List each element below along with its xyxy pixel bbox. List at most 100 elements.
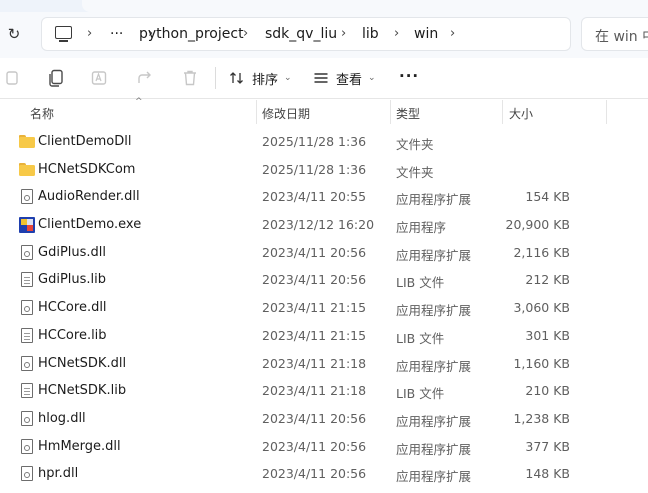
- file-size: 212 KB: [525, 272, 570, 288]
- view-label: 查看: [336, 72, 363, 88]
- file-type: 应用程序扩展: [396, 441, 472, 457]
- file-row[interactable]: ClientDemo.exe 2023/12/12 16:20 应用程序 20,900…: [0, 211, 648, 239]
- file-row[interactable]: HCNetSDKCom 2025/11/28 1:36 文件夹: [0, 156, 648, 184]
- file-modified: 2023/4/11 21:18: [262, 383, 367, 399]
- file-type: 应用程序: [396, 220, 447, 236]
- breadcrumb-lib[interactable]: lib: [362, 26, 379, 42]
- toolbar-divider: [215, 67, 216, 89]
- file-row[interactable]: AudioRender.dll 2023/4/11 20:55 应用程序扩展 154 …: [0, 183, 648, 211]
- file-type: 应用程序扩展: [396, 247, 472, 263]
- file-modified: 2023/4/11 20:55: [262, 189, 367, 205]
- address-bar[interactable]: › ··· › python_project › sdk_qv_liu › li…: [41, 17, 571, 51]
- tab-strip: [0, 0, 648, 12]
- lib-file-icon: [19, 383, 35, 399]
- column-modified[interactable]: 修改日期: [262, 105, 310, 122]
- breadcrumb-win[interactable]: win: [414, 26, 438, 42]
- file-size: 2,116 KB: [513, 244, 570, 260]
- file-row[interactable]: HCCore.lib 2023/4/11 21:15 LIB 文件 301 KB: [0, 322, 648, 350]
- file-name: GdiPlus.lib: [38, 272, 107, 288]
- lib-file-icon: [19, 272, 35, 288]
- file-type: LIB 文件: [396, 330, 445, 346]
- file-name: ClientDemo.exe: [38, 217, 142, 233]
- delete-icon[interactable]: [181, 69, 199, 87]
- file-name: hpr.dll: [38, 466, 79, 482]
- file-type: 应用程序扩展: [396, 192, 472, 208]
- folder-icon: [19, 162, 35, 178]
- active-tab-edge: [82, 0, 648, 12]
- file-size: 377 KB: [525, 438, 570, 454]
- file-type: 应用程序扩展: [396, 469, 472, 485]
- dll-file-icon: [19, 300, 35, 316]
- file-type: 应用程序扩展: [396, 303, 472, 319]
- file-modified: 2023/12/12 16:20: [262, 217, 375, 233]
- file-modified: 2023/4/11 20:56: [262, 410, 367, 426]
- file-modified: 2025/11/28 1:36: [262, 161, 367, 177]
- chevron-right-icon[interactable]: ›: [243, 26, 248, 41]
- file-row[interactable]: HCNetSDK.lib 2023/4/11 21:18 LIB 文件 210 KB: [0, 377, 648, 405]
- search-input[interactable]: 在 win 中: [581, 17, 648, 51]
- chevron-right-icon[interactable]: ›: [87, 26, 92, 41]
- file-type: 应用程序扩展: [396, 413, 472, 429]
- column-divider[interactable]: [502, 100, 503, 124]
- dll-file-icon: [19, 189, 35, 205]
- file-modified: 2023/4/11 20:56: [262, 244, 367, 260]
- file-name: ClientDemoDll: [38, 134, 132, 149]
- column-divider[interactable]: [606, 100, 607, 124]
- file-name: HCNetSDKCom: [38, 161, 136, 177]
- folder-icon: [19, 134, 35, 150]
- chevron-right-icon[interactable]: ›: [450, 26, 455, 41]
- file-row[interactable]: GdiPlus.lib 2023/4/11 20:56 LIB 文件 212 KB: [0, 266, 648, 294]
- file-row[interactable]: HmMerge.dll 2023/4/11 20:56 应用程序扩展 377 KB: [0, 433, 648, 461]
- file-name: GdiPlus.dll: [38, 244, 107, 260]
- file-name: HCCore.dll: [38, 300, 107, 316]
- column-type[interactable]: 类型: [396, 105, 420, 122]
- column-name[interactable]: 名称: [30, 105, 54, 122]
- chevron-down-icon: ⌄: [368, 73, 376, 83]
- file-modified: 2023/4/11 21:18: [262, 355, 367, 371]
- file-type: 文件夹: [396, 137, 434, 152]
- chevron-right-icon[interactable]: ›: [341, 26, 346, 41]
- view-button[interactable]: 查看 ⌄: [313, 68, 376, 88]
- file-type: LIB 文件: [396, 386, 445, 402]
- file-size: 301 KB: [525, 327, 570, 343]
- file-size: 210 KB: [525, 383, 570, 399]
- copy-icon[interactable]: [47, 69, 65, 87]
- file-type: 应用程序扩展: [396, 358, 472, 374]
- file-row[interactable]: GdiPlus.dll 2023/4/11 20:56 应用程序扩展 2,116 KB: [0, 239, 648, 267]
- breadcrumb-sdk-qv-liu[interactable]: sdk_qv_liu: [265, 26, 337, 42]
- sort-icon: [230, 72, 243, 84]
- lib-file-icon: [19, 327, 35, 344]
- dll-file-icon: [19, 438, 35, 455]
- file-name: hlog.dll: [38, 410, 86, 426]
- breadcrumb-python-project[interactable]: python_project: [139, 26, 244, 42]
- column-header: ^ 名称 修改日期 类型 大小: [0, 97, 648, 126]
- file-name: HCNetSDK.dll: [38, 355, 127, 371]
- command-bar: 排序 ⌄ 查看 ⌄ ···: [0, 58, 648, 99]
- exe-app-icon: [19, 217, 35, 234]
- share-icon[interactable]: [136, 69, 154, 87]
- chevron-right-icon[interactable]: ›: [394, 26, 399, 41]
- file-row[interactable]: ClientDemoDll 2025/11/28 1:36 文件夹: [0, 128, 648, 156]
- sort-ascending-icon: ^: [135, 97, 143, 107]
- column-size[interactable]: 大小: [509, 105, 533, 122]
- cut-icon[interactable]: [4, 69, 22, 87]
- breadcrumb-overflow[interactable]: ···: [110, 26, 123, 42]
- file-row[interactable]: HCCore.dll 2023/4/11 21:15 应用程序扩展 3,060 KB: [0, 294, 648, 322]
- dll-file-icon: [19, 355, 35, 372]
- file-modified: 2025/11/28 1:36: [262, 134, 367, 149]
- file-row[interactable]: hpr.dll 2023/4/11 20:56 应用程序扩展 148 KB: [0, 460, 648, 488]
- file-size: 20,900 KB: [505, 217, 570, 233]
- column-divider[interactable]: [390, 100, 391, 124]
- refresh-icon[interactable]: ↻: [4, 23, 24, 45]
- column-divider[interactable]: [256, 100, 257, 124]
- more-options-icon[interactable]: ···: [399, 67, 419, 85]
- file-modified: 2023/4/11 20:56: [262, 466, 367, 482]
- view-icon: [314, 73, 328, 83]
- rename-icon[interactable]: [91, 69, 109, 87]
- file-row[interactable]: hlog.dll 2023/4/11 20:56 应用程序扩展 1,238 KB: [0, 405, 648, 433]
- this-pc-icon[interactable]: [55, 26, 72, 42]
- file-row[interactable]: HCNetSDK.dll 2023/4/11 21:18 应用程序扩展 1,160 K…: [0, 350, 648, 378]
- file-name: HCNetSDK.lib: [38, 383, 127, 399]
- sort-button[interactable]: 排序 ⌄: [229, 68, 292, 88]
- sort-label: 排序: [252, 72, 279, 88]
